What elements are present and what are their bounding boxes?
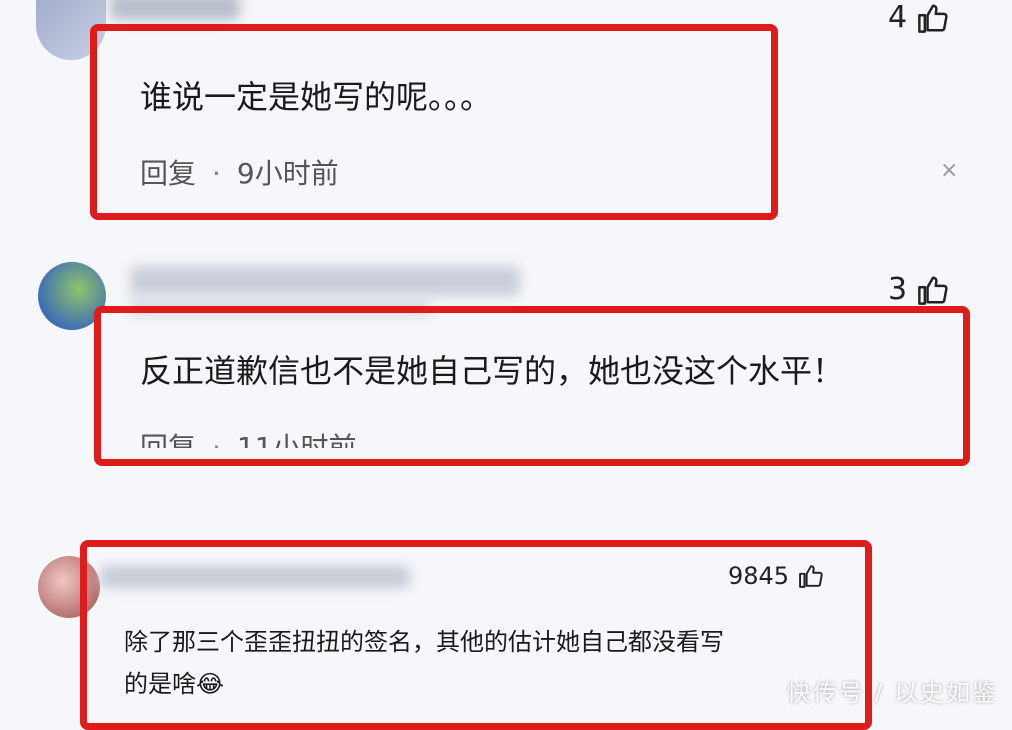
comment-text-line-1: 除了那三个歪歪扭扭的签名，其他的估计她自己都没看写: [124, 628, 724, 656]
comment-2: 3 反正道歉信也不是她自己写的，她也没这个水平！ 回复 · 11小时前: [0, 230, 1012, 490]
username-blurred[interactable]: [100, 566, 410, 588]
reply-link[interactable]: 回复: [140, 431, 196, 448]
separator-dot: ·: [212, 157, 221, 190]
username-blurred[interactable]: [110, 0, 240, 20]
like-count: 9845: [728, 562, 790, 590]
comment-text: 谁说一定是她写的呢。。。: [140, 78, 493, 116]
timestamp: 9小时前: [236, 157, 339, 190]
like-button[interactable]: 4: [888, 0, 951, 35]
laughing-emoji-icon: 😂: [196, 670, 225, 698]
comment-text: 反正道歉信也不是她自己写的，她也没这个水平！: [140, 352, 845, 390]
comment-text-line-2: 的是啥😂: [124, 664, 224, 699]
comment-1: 4 谁说一定是她写的呢。。。 回复 · 9小时前 ×: [0, 0, 1012, 230]
like-count: 4: [888, 0, 908, 35]
like-button[interactable]: 9845: [728, 562, 825, 590]
separator-dot: ·: [212, 431, 221, 448]
username-blurred[interactable]: [130, 266, 520, 296]
reply-link[interactable]: 回复: [140, 157, 196, 190]
like-button[interactable]: 3: [888, 272, 951, 307]
timestamp: 11小时前: [236, 431, 357, 448]
comment-meta: 回复 · 11小时前: [140, 426, 357, 448]
like-count: 3: [888, 272, 908, 307]
thumbs-up-icon: [918, 276, 948, 305]
thumbs-up-icon: [799, 565, 823, 588]
watermark: 快传号 / 以史如鉴: [786, 679, 998, 707]
thumbs-up-icon: [918, 3, 948, 33]
comment-meta: 回复 · 9小时前: [140, 152, 339, 192]
close-icon[interactable]: ×: [940, 158, 958, 183]
comment-text-tail: 的是啥: [124, 670, 196, 698]
